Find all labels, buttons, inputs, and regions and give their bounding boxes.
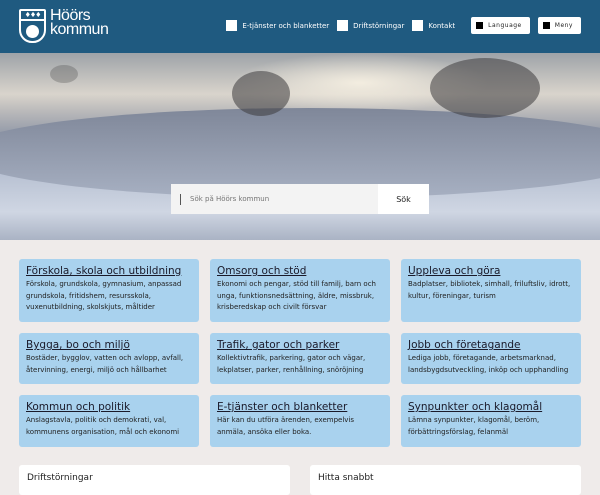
disruptions-panel: Driftstörningar (19, 465, 290, 495)
panel-title: Hitta snabbt (318, 473, 374, 483)
card-title[interactable]: Synpunkter och klagomål (408, 401, 574, 413)
search-input[interactable] (190, 184, 378, 214)
category-card[interactable]: Omsorg och stöd Ekonomi och pengar, stöd … (210, 259, 390, 322)
nav-label: E-tjänster och blanketter (242, 21, 330, 30)
search-bar: Sök (171, 184, 429, 214)
search-button[interactable]: Sök (378, 184, 429, 214)
quick-links-panel: Hitta snabbt (310, 465, 581, 495)
menu-icon (542, 22, 550, 29)
top-nav: E-tjänster och blanketter Driftstörninga… (226, 17, 581, 34)
contact-icon (412, 20, 424, 31)
menu-label: Meny (554, 22, 573, 29)
card-title[interactable]: E-tjänster och blanketter (217, 401, 383, 413)
card-title[interactable]: Uppleva och göra (408, 265, 574, 277)
card-text: Lämna synpunkter, klagomål, beröm, förbä… (408, 416, 540, 436)
category-card[interactable]: E-tjänster och blanketter Här kan du utfö… (210, 395, 390, 447)
e-services-icon (226, 20, 238, 31)
hero-image: Sök (0, 53, 600, 240)
card-text: Anslagstavla, politik och demokrati, val… (26, 416, 180, 436)
menu-button[interactable]: Meny (537, 17, 581, 34)
nav-label: Driftstörningar (353, 21, 405, 30)
card-title[interactable]: Kommun och politik (26, 401, 192, 413)
card-title[interactable]: Trafik, gator och parker (217, 339, 383, 351)
category-card[interactable]: Uppleva och göra Badplatser, bibliotek, s… (401, 259, 581, 322)
site-header: ♦♦♦ Höörs kommun E-tjänster och blankette… (0, 0, 600, 53)
category-card[interactable]: Jobb och företagande Lediga jobb, företag… (401, 333, 581, 384)
globe-icon (476, 22, 484, 29)
card-text: Badplatser, bibliotek, simhall, frilufts… (408, 280, 571, 300)
language-button[interactable]: Language (471, 17, 530, 34)
category-card[interactable]: Synpunkter och klagomål Lämna synpunkter,… (401, 395, 581, 447)
nav-disruptions[interactable]: Driftstörningar (337, 20, 404, 31)
coat-of-arms-icon: ♦♦♦ (19, 9, 46, 43)
nav-contact[interactable]: Kontakt (412, 20, 455, 31)
card-text: Ekonomi och pengar, stöd till familj, ba… (217, 280, 376, 311)
nav-e-services[interactable]: E-tjänster och blanketter (226, 20, 329, 31)
search-icon (180, 193, 181, 205)
card-text: Här kan du utföra ärenden, exempelvis an… (217, 416, 355, 436)
nav-label: Kontakt (428, 21, 456, 30)
card-title[interactable]: Förskola, skola och utbildning (26, 265, 192, 277)
logo-line2: kommun (50, 21, 109, 38)
card-title[interactable]: Bygga, bo och miljö (26, 339, 192, 351)
panel-title: Driftstörningar (27, 473, 93, 483)
category-card[interactable]: Förskola, skola och utbildning Förskola, … (19, 259, 199, 322)
category-card[interactable]: Kommun och politik Anslagstavla, politik … (19, 395, 199, 447)
card-title[interactable]: Jobb och företagande (408, 339, 574, 351)
logo[interactable]: ♦♦♦ Höörs kommun (19, 8, 109, 43)
card-title[interactable]: Omsorg och stöd (217, 265, 383, 277)
card-text: Lediga jobb, företagande, arbetsmarknad,… (408, 354, 569, 374)
card-text: Kollektivtrafik, parkering, gator och vä… (217, 354, 366, 374)
disruptions-icon (337, 20, 349, 31)
category-card[interactable]: Bygga, bo och miljö Bostäder, bygglov, va… (19, 333, 199, 384)
card-text: Förskola, grundskola, gymnasium, anpassa… (26, 280, 182, 311)
card-text: Bostäder, bygglov, vatten och avlopp, av… (26, 354, 184, 374)
language-label: Language (488, 22, 522, 29)
category-card[interactable]: Trafik, gator och parker Kollektivtrafik,… (210, 333, 390, 384)
